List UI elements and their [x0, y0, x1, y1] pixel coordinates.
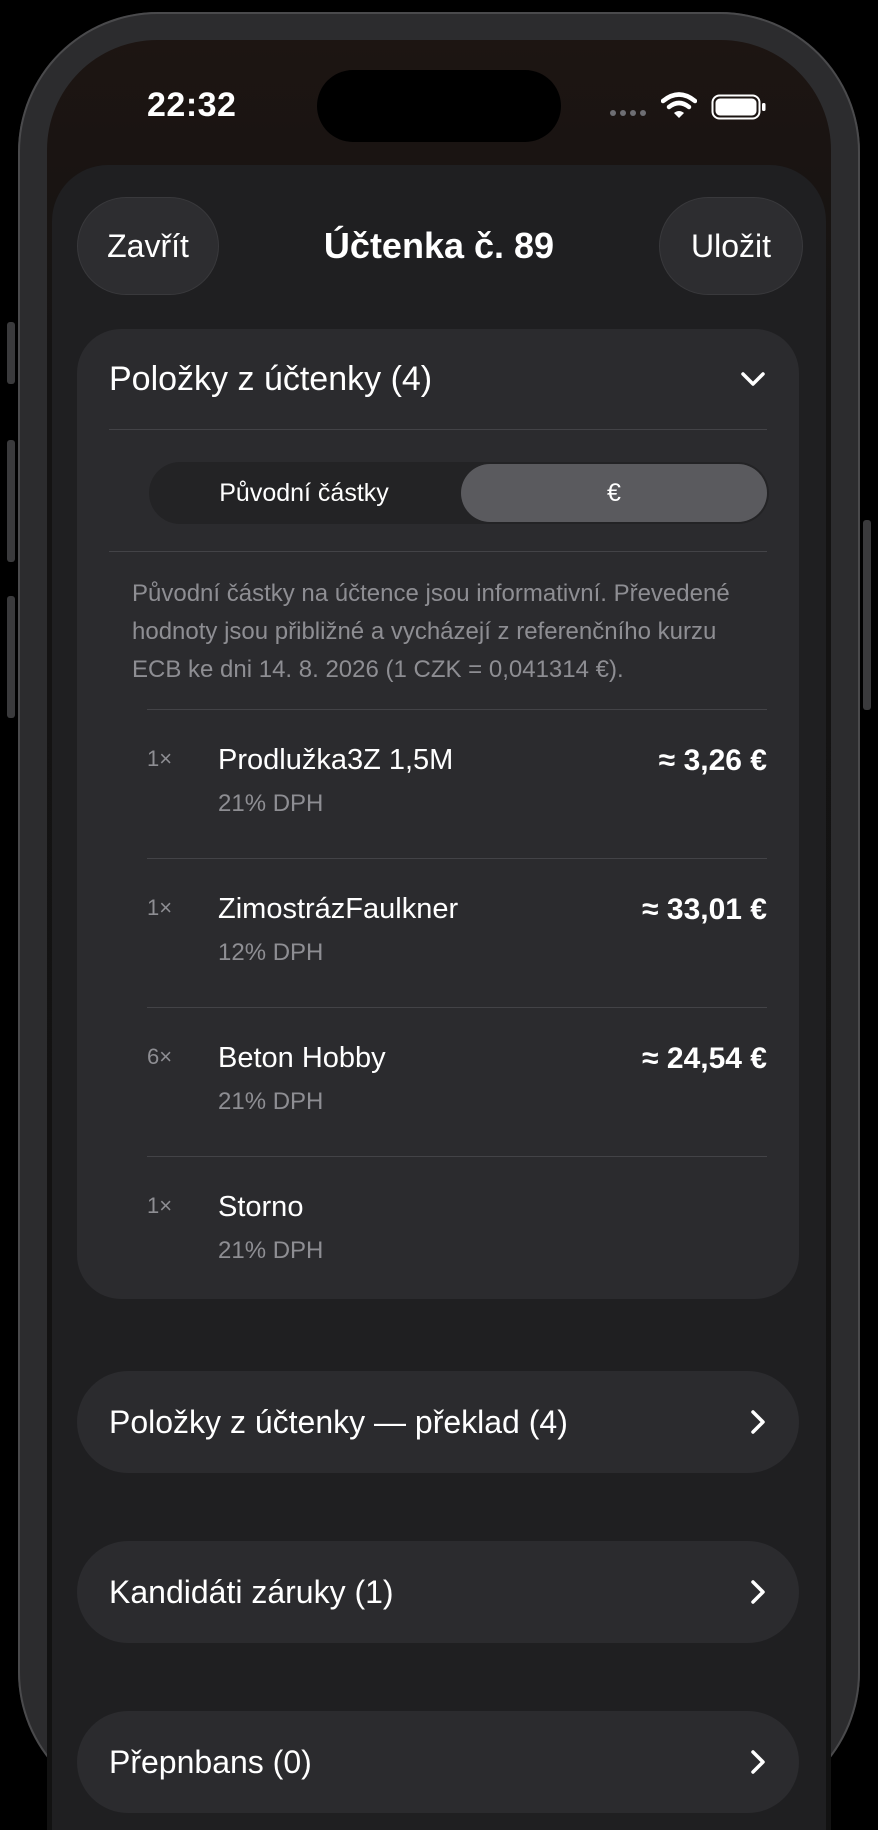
status-time: 22:32: [147, 86, 237, 124]
receipt-items-title: Položky z účtenky (4): [109, 359, 433, 398]
chevron-right-icon: [751, 1410, 765, 1434]
list-item[interactable]: 1× Prodlužka3Z 1,5M 21% DPH ≈ 3,26 €: [147, 709, 767, 858]
screen: 22:32 Zavřít Účtenka č. 89 Uložit Položk…: [47, 40, 831, 1830]
fourth-section-row[interactable]: Přepnbans (0): [77, 1711, 799, 1813]
translation-section-label: Položky z účtenky — překlad (4): [109, 1403, 568, 1440]
item-quantity: 1×: [147, 1193, 173, 1218]
divider: [109, 551, 767, 552]
fourth-section-label: Přepnbans (0): [109, 1743, 312, 1780]
receipt-items-card: Položky z účtenky (4) Původní částky € P…: [77, 329, 799, 1299]
translation-section-row[interactable]: Položky z účtenky — překlad (4): [77, 1371, 799, 1473]
list-item[interactable]: 6× Beton Hobby 21% DPH ≈ 24,54 €: [147, 1007, 767, 1156]
chevron-right-icon: [751, 1580, 765, 1604]
wifi-icon: [661, 92, 697, 118]
amount-mode-segmented-control: Původní částky €: [149, 462, 769, 524]
dynamic-island: [317, 70, 561, 142]
item-price: ≈ 3,26 €: [658, 744, 767, 777]
item-vat: 12% DPH: [218, 939, 324, 966]
chevron-down-icon: [741, 372, 765, 386]
list-item[interactable]: 1× ZimostrázFaulkner 12% DPH ≈ 33,01 €: [147, 858, 767, 1007]
list-item[interactable]: 1× Storno 21% DPH: [147, 1156, 767, 1305]
segment-original-amounts[interactable]: Původní částky: [151, 464, 457, 522]
volume-down-button: [7, 596, 15, 718]
item-quantity: 6×: [147, 1044, 173, 1069]
chevron-right-icon: [751, 1750, 765, 1774]
item-vat: 21% DPH: [218, 1088, 324, 1115]
receipt-item-list: 1× Prodlužka3Z 1,5M 21% DPH ≈ 3,26 € 1× …: [147, 709, 767, 1305]
item-name: Beton Hobby: [218, 1042, 386, 1074]
cellular-signal-icon: [610, 110, 646, 116]
receipt-items-header[interactable]: Položky z účtenky (4): [109, 329, 767, 430]
battery-icon: [711, 94, 766, 120]
receipt-sheet: Zavřít Účtenka č. 89 Uložit Položky z úč…: [52, 165, 826, 1830]
item-name: Prodlužka3Z 1,5M: [218, 744, 454, 776]
power-button: [863, 520, 871, 710]
mute-switch: [7, 322, 15, 384]
save-button[interactable]: Uložit: [659, 197, 803, 295]
item-price: ≈ 33,01 €: [642, 893, 767, 926]
conversion-info-text: Původní částky na účtence jsou informati…: [132, 580, 730, 683]
item-quantity: 1×: [147, 895, 173, 920]
close-button[interactable]: Zavřít: [77, 197, 219, 295]
page-title: Účtenka č. 89: [323, 225, 555, 266]
volume-up-button: [7, 440, 15, 562]
item-name: ZimostrázFaulkner: [218, 893, 459, 925]
warranty-section-label: Kandidáti záruky (1): [109, 1573, 394, 1610]
item-vat: 21% DPH: [218, 1237, 324, 1264]
item-price: ≈ 24,54 €: [642, 1042, 767, 1075]
segment-euro[interactable]: €: [461, 464, 767, 522]
item-vat: 21% DPH: [218, 790, 324, 817]
status-bar: 22:32: [47, 40, 831, 170]
item-name: Storno: [218, 1191, 304, 1223]
warranty-section-row[interactable]: Kandidáti záruky (1): [77, 1541, 799, 1643]
item-quantity: 1×: [147, 746, 173, 771]
